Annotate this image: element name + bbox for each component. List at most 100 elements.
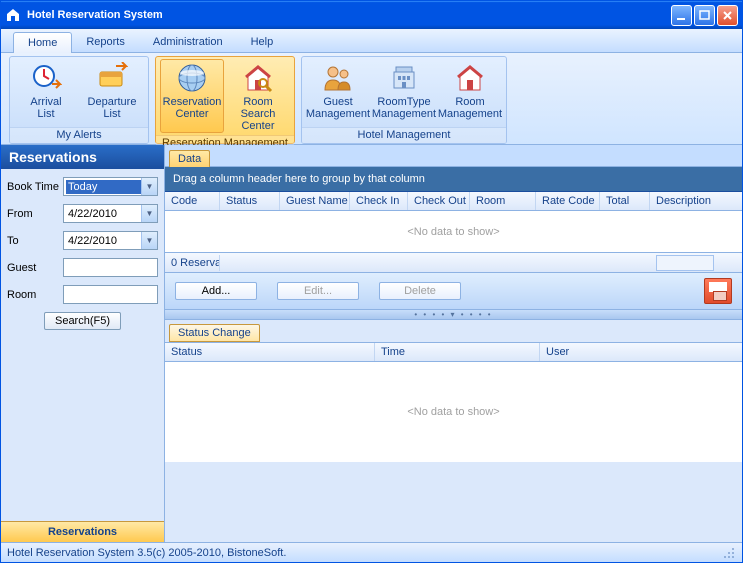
room-input-wrap bbox=[63, 285, 158, 304]
booktime-select[interactable]: Today ▼ bbox=[63, 177, 158, 196]
ribbon-label: Reservation bbox=[163, 96, 222, 108]
room-input[interactable] bbox=[64, 286, 157, 303]
group-by-bar[interactable]: Drag a column header here to group by th… bbox=[165, 167, 742, 192]
grid2-header: Status Time User bbox=[165, 342, 742, 362]
guest-input[interactable] bbox=[64, 259, 157, 276]
col-check-out[interactable]: Check Out bbox=[408, 192, 470, 210]
ribbon-label: Management bbox=[372, 108, 436, 120]
menubar: Home Reports Administration Help bbox=[1, 29, 742, 53]
ribbon-arrival-list[interactable]: ArrivalList bbox=[14, 59, 78, 125]
action-bar: Add... Edit... Delete bbox=[165, 273, 742, 310]
sidebar-header: Reservations bbox=[1, 145, 164, 169]
ribbon-label: Departure bbox=[88, 96, 137, 108]
grid2-body-empty: <No data to show> bbox=[165, 362, 742, 462]
label-booktime: Book Time bbox=[7, 181, 63, 193]
statusbar: Hotel Reservation System 3.5(c) 2005-201… bbox=[1, 542, 742, 562]
label-from: From bbox=[7, 208, 63, 220]
label-room: Room bbox=[7, 289, 63, 301]
ribbon-label: Room bbox=[455, 96, 484, 108]
ribbon-group-label: Hotel Management bbox=[302, 127, 506, 143]
col-code[interactable]: Code bbox=[165, 192, 220, 210]
edit-button[interactable]: Edit... bbox=[277, 282, 359, 300]
menu-tab-administration[interactable]: Administration bbox=[139, 32, 237, 52]
ribbon-group-my-alerts: ArrivalList DepartureList My Alerts bbox=[9, 56, 149, 144]
minimize-button[interactable] bbox=[671, 5, 692, 26]
ribbon-guest-management[interactable]: GuestManagement bbox=[306, 59, 370, 125]
ribbon-label: RoomType bbox=[377, 96, 430, 108]
grid-footer: 0 Reservat bbox=[165, 253, 742, 273]
tabstrip-bottom: Status Change bbox=[165, 320, 742, 342]
tabstrip-top: Data bbox=[165, 145, 742, 167]
from-date-select[interactable]: 4/22/2010 ▼ bbox=[63, 204, 158, 223]
tab-status-change[interactable]: Status Change bbox=[169, 324, 260, 342]
add-button[interactable]: Add... bbox=[175, 282, 257, 300]
ribbon-label: List bbox=[103, 108, 120, 120]
ribbon-departure-list[interactable]: DepartureList bbox=[80, 59, 144, 125]
titlebar: Hotel Reservation System bbox=[1, 1, 742, 29]
col2-time[interactable]: Time bbox=[375, 343, 540, 361]
window-title: Hotel Reservation System bbox=[27, 9, 671, 21]
col-room[interactable]: Room bbox=[470, 192, 536, 210]
col-guest-name[interactable]: Guest Name bbox=[280, 192, 350, 210]
guest-icon bbox=[322, 62, 354, 94]
col-total[interactable]: Total bbox=[600, 192, 650, 210]
ribbon-group-hotel-management: GuestManagement RoomTypeManagement RoomM… bbox=[301, 56, 507, 144]
col-check-in[interactable]: Check In bbox=[350, 192, 408, 210]
ribbon-room-management[interactable]: RoomManagement bbox=[438, 59, 502, 125]
sidebar-footer[interactable]: Reservations bbox=[1, 521, 164, 542]
save-icon[interactable] bbox=[704, 278, 732, 304]
ribbon-label: Management bbox=[438, 108, 502, 120]
menu-tab-help[interactable]: Help bbox=[237, 32, 288, 52]
col2-user[interactable]: User bbox=[540, 343, 742, 361]
ribbon-label: Guest bbox=[323, 96, 352, 108]
footer-total-box bbox=[656, 255, 714, 271]
col-status[interactable]: Status bbox=[220, 192, 280, 210]
menu-tab-home[interactable]: Home bbox=[13, 32, 72, 53]
menu-tab-reports[interactable]: Reports bbox=[72, 32, 139, 52]
globe-icon bbox=[176, 62, 208, 94]
dropdown-arrow-icon: ▼ bbox=[141, 205, 157, 222]
ribbon-label: Center bbox=[241, 120, 274, 132]
dropdown-arrow-icon: ▼ bbox=[141, 232, 157, 249]
tab-data[interactable]: Data bbox=[169, 150, 210, 167]
from-value: 4/22/2010 bbox=[66, 207, 141, 221]
room-search-icon bbox=[242, 62, 274, 94]
label-guest: Guest bbox=[7, 262, 63, 274]
footer-count: 0 Reservat bbox=[165, 255, 220, 271]
guest-input-wrap bbox=[63, 258, 158, 277]
room-icon bbox=[454, 62, 486, 94]
statusbar-text: Hotel Reservation System 3.5(c) 2005-201… bbox=[7, 547, 722, 559]
grid-header: Code Status Guest Name Check In Check Ou… bbox=[165, 192, 742, 211]
splitter[interactable]: • • • • ▾ • • • • bbox=[165, 310, 742, 320]
grid-body-empty: <No data to show> bbox=[165, 211, 742, 253]
ribbon-label: Room Search bbox=[241, 96, 276, 120]
col-rate-code[interactable]: Rate Code bbox=[536, 192, 600, 210]
resize-grip-icon[interactable] bbox=[722, 546, 736, 560]
maximize-button[interactable] bbox=[694, 5, 715, 26]
search-form: Book Time Today ▼ From 4/22/2010 ▼ To bbox=[1, 169, 164, 521]
to-value: 4/22/2010 bbox=[66, 234, 141, 248]
close-button[interactable] bbox=[717, 5, 738, 26]
label-to: To bbox=[7, 235, 63, 247]
search-button[interactable]: Search(F5) bbox=[44, 312, 121, 330]
dropdown-arrow-icon: ▼ bbox=[141, 178, 157, 195]
ribbon-room-search-center[interactable]: Room SearchCenter bbox=[226, 59, 290, 133]
main-panel: Data Drag a column header here to group … bbox=[165, 145, 742, 542]
to-date-select[interactable]: 4/22/2010 ▼ bbox=[63, 231, 158, 250]
sidebar: Reservations Book Time Today ▼ From 4/22… bbox=[1, 145, 165, 542]
col2-status[interactable]: Status bbox=[165, 343, 375, 361]
ribbon-group-label: My Alerts bbox=[10, 127, 148, 143]
ribbon: ArrivalList DepartureList My Alerts Rese… bbox=[1, 53, 742, 145]
ribbon-label: Management bbox=[306, 108, 370, 120]
col-description[interactable]: Description bbox=[650, 192, 742, 210]
roomtype-icon bbox=[388, 62, 420, 94]
departure-icon bbox=[96, 62, 128, 94]
booktime-value: Today bbox=[66, 180, 141, 194]
arrival-icon bbox=[30, 62, 62, 94]
delete-button[interactable]: Delete bbox=[379, 282, 461, 300]
ribbon-group-reservation-management: ReservationCenter Room SearchCenter Rese… bbox=[155, 56, 295, 144]
ribbon-label: Arrival bbox=[30, 96, 61, 108]
ribbon-reservation-center[interactable]: ReservationCenter bbox=[160, 59, 224, 133]
ribbon-roomtype-management[interactable]: RoomTypeManagement bbox=[372, 59, 436, 125]
ribbon-label: Center bbox=[175, 108, 208, 120]
